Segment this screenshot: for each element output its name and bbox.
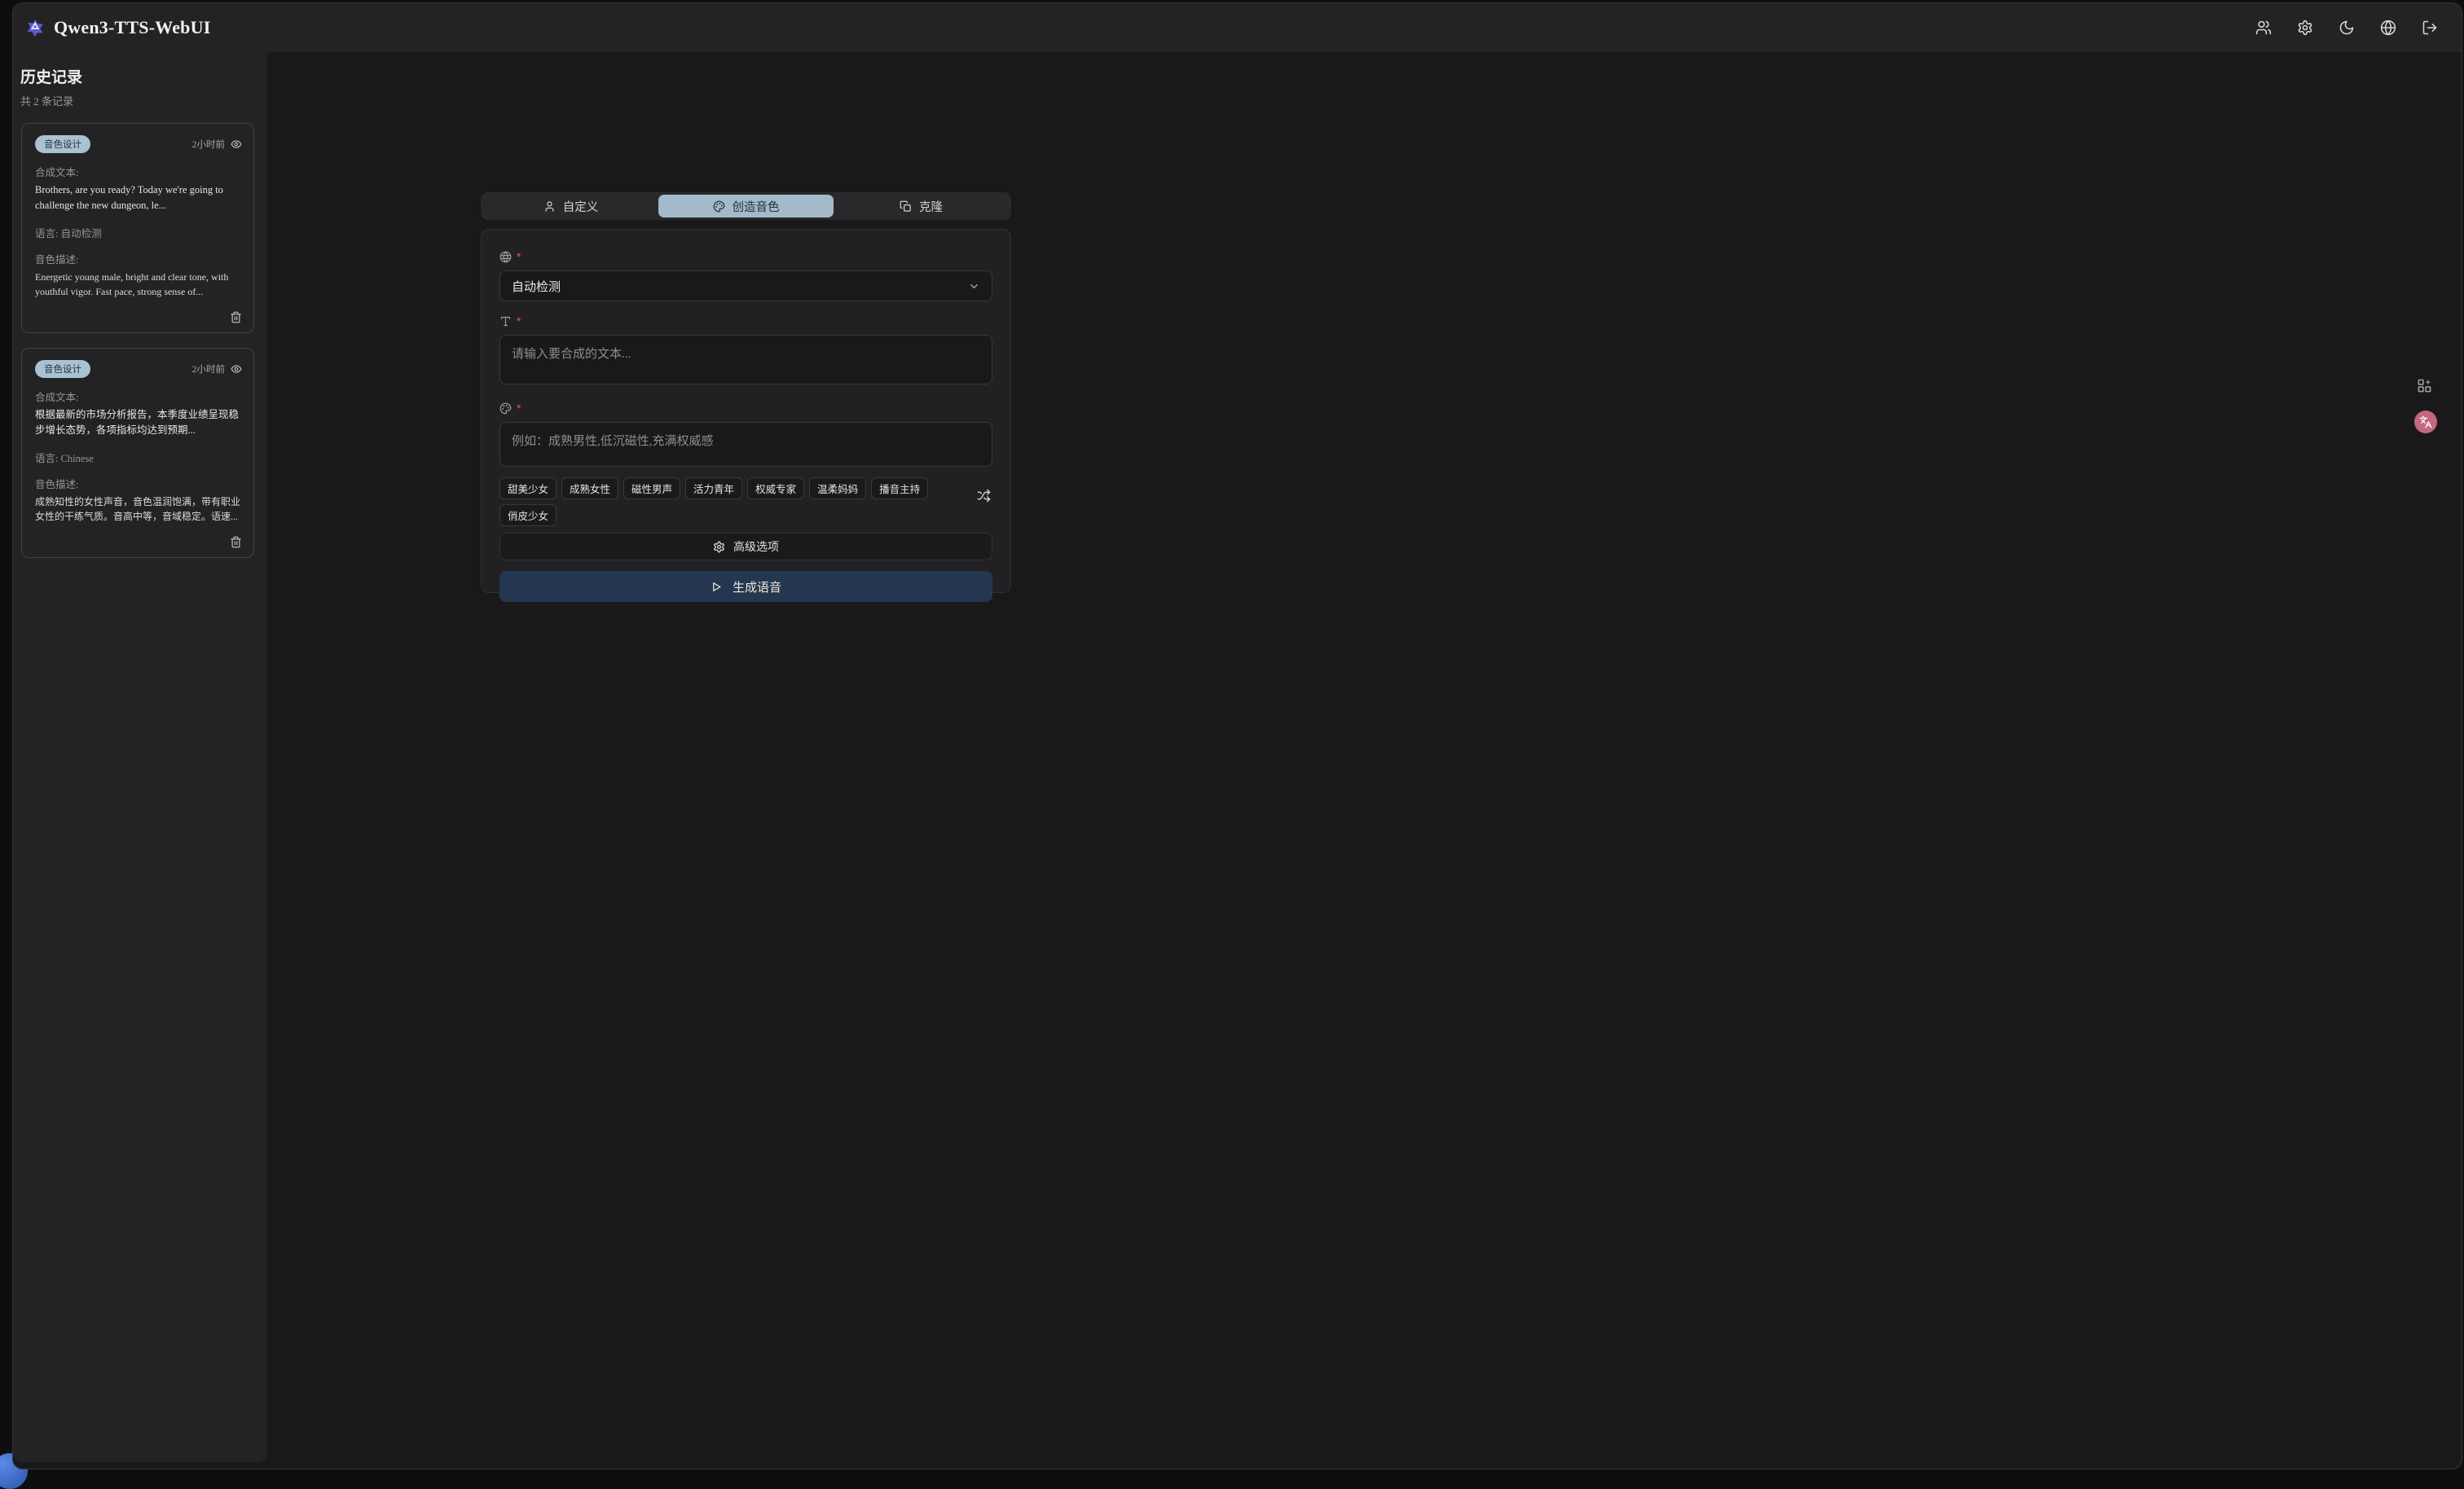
- tab-label: 自定义: [563, 198, 599, 215]
- voice-tag[interactable]: 磁性男声: [623, 477, 680, 499]
- view-eye-icon[interactable]: [231, 138, 242, 150]
- logout-icon[interactable]: [2421, 19, 2439, 37]
- history-card[interactable]: 音色设计 2小时前 合成文本: Brothers, are you ready?…: [21, 123, 254, 333]
- voice-tag[interactable]: 甜美少女: [499, 477, 557, 499]
- generate-speech-button[interactable]: 生成语音: [499, 571, 992, 602]
- voice-desc-value: 成熟知性的女性声音，音色温润饱满，带有职业女性的干练气质。音高中等，音域稳定。语…: [35, 494, 242, 525]
- card-type-badge: 音色设计: [35, 360, 90, 378]
- delete-trash-icon[interactable]: [229, 311, 242, 324]
- voice-tag[interactable]: 成熟女性: [561, 477, 618, 499]
- tab-custom[interactable]: 自定义: [483, 195, 658, 217]
- qr-sparkle-icon[interactable]: [2417, 378, 2432, 393]
- play-icon: [711, 581, 723, 593]
- generate-speech-label: 生成语音: [733, 578, 781, 595]
- qwen-logo-icon: [24, 17, 46, 38]
- translate-icon: [2419, 415, 2432, 428]
- tab-label: 创造音色: [733, 198, 780, 215]
- settings-gear-icon[interactable]: [2296, 19, 2314, 37]
- language-value: 语言: 自动检测: [35, 225, 242, 240]
- tab-clone[interactable]: 克隆: [834, 195, 1009, 217]
- gear-icon: [713, 541, 725, 553]
- language-value: 语言: Chinese: [35, 450, 242, 465]
- brand: Qwen3-TTS-WebUI: [13, 17, 210, 38]
- required-marker: *: [517, 404, 521, 412]
- language-select-value: 自动检测: [512, 278, 561, 295]
- shuffle-icon[interactable]: [976, 489, 991, 503]
- palette-icon: [499, 402, 512, 415]
- voice-tag[interactable]: 俏皮少女: [499, 504, 557, 526]
- card-timestamp: 2小时前: [192, 138, 225, 151]
- voice-tag[interactable]: 温柔妈妈: [809, 477, 866, 499]
- language-select[interactable]: 自动检测: [499, 270, 992, 301]
- users-icon[interactable]: [2255, 19, 2273, 37]
- tab-create-voice[interactable]: 创造音色: [658, 195, 834, 217]
- user-icon: [543, 200, 556, 213]
- required-marker: *: [517, 317, 521, 325]
- voice-desc-value: Energetic young male, bright and clear t…: [35, 270, 242, 300]
- dark-mode-moon-icon[interactable]: [2338, 19, 2356, 37]
- synth-text-value: Brothers, are you ready? Today we're goi…: [35, 182, 242, 214]
- advanced-options-button[interactable]: 高级选项: [499, 533, 992, 560]
- copy-icon: [900, 200, 912, 213]
- synthesis-text-input[interactable]: [499, 335, 992, 384]
- create-voice-panel: * 自动检测 * * 甜美少女 成熟女性: [481, 229, 1011, 593]
- language-globe-icon[interactable]: [2379, 19, 2397, 37]
- type-text-icon: [499, 315, 512, 327]
- voice-description-input[interactable]: [499, 422, 992, 467]
- view-eye-icon[interactable]: [231, 363, 242, 375]
- preset-tags-area: 甜美少女 成熟女性 磁性男声 活力青年 权威专家 温柔妈妈 播音主持 俏皮少女: [499, 477, 992, 526]
- voice-tag[interactable]: 活力青年: [685, 477, 742, 499]
- globe-icon: [499, 251, 512, 263]
- app-title: Qwen3-TTS-WebUI: [54, 17, 210, 38]
- voice-desc-label: 音色描述:: [35, 251, 242, 266]
- history-count: 共 2 条记录: [20, 93, 254, 108]
- history-title: 历史记录: [20, 65, 254, 87]
- synth-text-value: 根据最新的市场分析报告，本季度业绩呈现稳步增长态势，各项指标均达到预期...: [35, 407, 242, 439]
- voice-tag[interactable]: 播音主持: [871, 477, 928, 499]
- language-field-label: *: [499, 250, 992, 263]
- required-marker: *: [517, 253, 521, 261]
- voice-desc-label: 音色描述:: [35, 476, 242, 491]
- card-timestamp: 2小时前: [192, 362, 225, 376]
- tab-label: 克隆: [919, 198, 943, 215]
- app-window: Qwen3-TTS-WebUI: [13, 3, 2462, 1469]
- advanced-options-label: 高级选项: [733, 538, 779, 555]
- chevron-down-icon: [968, 280, 980, 292]
- translate-fab[interactable]: [2414, 411, 2437, 433]
- header: Qwen3-TTS-WebUI: [13, 3, 2462, 52]
- synth-text-label: 合成文本:: [35, 164, 242, 179]
- delete-trash-icon[interactable]: [229, 536, 242, 549]
- synth-text-label: 合成文本:: [35, 389, 242, 404]
- voice-tag[interactable]: 权威专家: [747, 477, 804, 499]
- voice-desc-field-label: *: [499, 402, 992, 415]
- mode-tabbar: 自定义 创造音色 克隆: [481, 192, 1011, 220]
- history-sidebar: 历史记录 共 2 条记录 音色设计 2小时前 合成文本: Brothers, a…: [13, 52, 267, 1462]
- text-field-label: *: [499, 314, 992, 327]
- history-card[interactable]: 音色设计 2小时前 合成文本: 根据最新的市场分析报告，本季度业绩呈现稳步增长态…: [21, 348, 254, 558]
- header-actions: [2255, 19, 2462, 37]
- palette-icon: [713, 200, 725, 213]
- card-type-badge: 音色设计: [35, 135, 90, 153]
